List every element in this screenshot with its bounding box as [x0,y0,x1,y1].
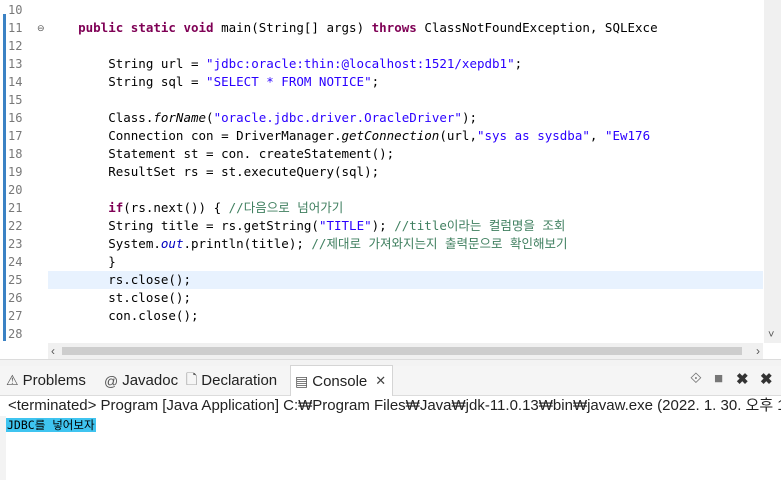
code-text: Connection con = DriverManager.getConnec… [48,128,651,143]
code-text: System.out.println(title); //제대로 가져와지는지 … [48,236,568,251]
code-line[interactable]: 16 Class.forName("oracle.jdbc.driver.Ora… [0,109,763,127]
code-text: } [48,254,116,269]
console-output-text[interactable]: JDBC를 넣어보자 [6,418,96,432]
code-text: String title = rs.getString("TITLE"); //… [48,218,566,233]
declaration-icon: 🗋 [186,370,198,387]
code-line[interactable]: 25 rs.close(); [0,271,763,289]
tab-declaration[interactable]: 🗋 Declaration [186,366,277,395]
code-line[interactable]: 19 ResultSet rs = st.executeQuery(sql); [0,163,763,181]
javadoc-icon: @ [104,372,119,389]
line-number: 11 [8,21,23,35]
code-line[interactable]: 12 [0,37,763,55]
code-text: con.close(); [48,308,199,323]
code-line[interactable]: 22 String title = rs.getString("TITLE");… [0,217,763,235]
tab-javadoc[interactable]: @ Javadoc [104,366,178,395]
tab-label: Console [312,372,368,390]
line-number: 24 [8,255,23,269]
line-number: 17 [8,129,23,143]
line-number: 10 [8,3,23,17]
bottom-panel-tabbar: ⚠ Problems @ Javadoc 🗋 Declaration ▤ Console ✕ [0,365,781,396]
code-line[interactable]: 26 st.close(); [0,289,763,307]
line-number: 13 [8,57,23,71]
line-number: 16 [8,111,23,125]
line-number: 20 [8,183,23,197]
code-text: rs.close(); [48,272,191,287]
code-text: Class.forName("oracle.jdbc.driver.Oracle… [48,110,477,125]
code-text: public static void main(String[] args) t… [78,20,658,35]
tab-console[interactable]: ▤ Console ✕ [290,365,394,396]
line-number: 22 [8,219,23,233]
code-line[interactable]: 18 Statement st = con. createStatement()… [0,145,763,163]
console-output-area[interactable] [0,416,781,480]
code-line[interactable]: 24 } [0,253,763,271]
scroll-left-icon[interactable]: ‹ [51,343,55,359]
line-number: 12 [8,39,23,53]
editor-horizontal-scrollbar[interactable]: ‹ › [48,343,763,359]
line-number: 21 [8,201,23,215]
scrollbar-thumb[interactable] [62,347,742,355]
gutter-fill [0,343,48,359]
code-text: ResultSet rs = st.executeQuery(sql); [48,164,380,179]
code-text: String url = "jdbc:oracle:thin:@localhos… [48,56,523,71]
console-icon: ▤ [295,372,309,389]
fold-collapse-icon[interactable]: ⊖ [37,19,45,37]
terminate-icon[interactable]: ■ [714,370,723,387]
code-text: String sql = "SELECT * FROM NOTICE"; [48,74,380,89]
code-line[interactable]: 10 [0,1,763,19]
tab-label: Problems [22,372,86,389]
console-status-line: <terminated> Program [Java Application] … [0,396,781,417]
remove-launch-icon[interactable]: ✖ [736,370,749,388]
remove-all-terminated-icon[interactable]: ✖ [760,370,773,388]
code-text: Statement st = con. createStatement(); [48,146,395,161]
code-line[interactable]: 17 Connection con = DriverManager.getCon… [0,127,763,145]
code-line[interactable]: 27 con.close(); [0,307,763,325]
code-line[interactable]: 20 [0,181,763,199]
code-text: st.close(); [48,290,191,305]
code-line[interactable]: 11 ⊖ public static void main(String[] arg… [0,19,763,37]
close-tab-icon[interactable]: ✕ [375,373,386,389]
tab-problems[interactable]: ⚠ Problems [6,366,86,395]
code-text: if(rs.next()) { //다음으로 넘어가기 [108,200,344,215]
line-number: 27 [8,309,23,323]
code-line[interactable]: 13 String url = "jdbc:oracle:thin:@local… [0,55,763,73]
line-number: 25 [8,273,23,287]
tab-label: Javadoc [122,372,179,389]
pin-console-icon[interactable]: ⟐ [690,370,702,387]
editor-vertical-scrollbar[interactable]: ˅ [764,0,781,343]
problems-icon: ⚠ [6,372,19,388]
line-number: 14 [8,75,23,89]
line-number: 15 [8,93,23,107]
code-line[interactable]: 21 if(rs.next()) { //다음으로 넘어가기 [0,199,763,217]
scroll-right-icon[interactable]: › [756,343,760,359]
line-number: 19 [8,165,23,179]
code-editor[interactable]: 10 11 ⊖ public static void main(String[] a… [0,0,781,343]
code-line[interactable]: 28 [0,325,763,343]
line-number: 18 [8,147,23,161]
line-number: 28 [8,327,23,341]
code-line[interactable]: 14 String sql = "SELECT * FROM NOTICE"; [0,73,763,91]
scroll-down-icon[interactable]: ˅ [768,329,774,341]
code-line[interactable]: 15 [0,91,763,109]
code-line[interactable]: 23 System.out.println(title); //제대로 가져와지… [0,235,763,253]
tab-label: Declaration [201,372,278,389]
line-number: 23 [8,237,23,251]
line-number: 26 [8,291,23,305]
